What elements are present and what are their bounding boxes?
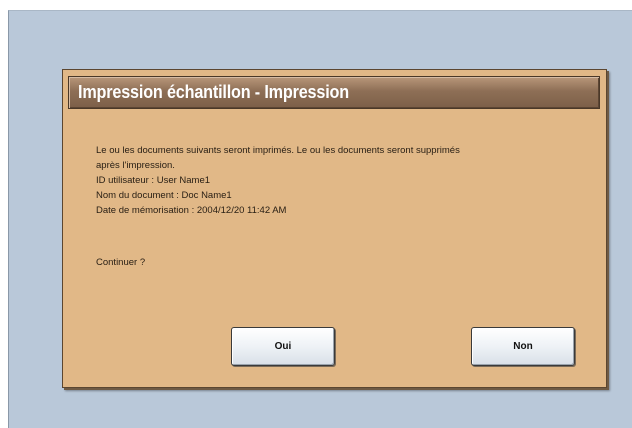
continue-prompt: Continuer ? [96,257,146,268]
dialog-message: Le ou les documents suivants seront impr… [96,143,576,218]
dialog-title-bar: Impression échantillon - Impression [68,76,600,109]
stored-date-text: Date de mémorisation : 2004/12/20 11:42 … [96,205,287,216]
yes-button-label: Oui [274,341,292,352]
document-name-text: Nom du document : Doc Name1 [96,190,232,201]
no-button-label: Non [513,341,533,352]
screen-background: Impression échantillon - Impression Le o… [8,10,632,428]
print-confirmation-dialog: Impression échantillon - Impression Le o… [62,69,607,388]
no-button[interactable]: Non [471,327,575,366]
message-line-1: Le ou les documents suivants seront impr… [96,145,460,156]
user-id-text: ID utilisateur : User Name1 [96,175,211,186]
message-line-2: après l'impression. [96,160,175,171]
yes-button[interactable]: Oui [231,327,335,366]
dialog-title: Impression échantillon - Impression [78,82,349,102]
